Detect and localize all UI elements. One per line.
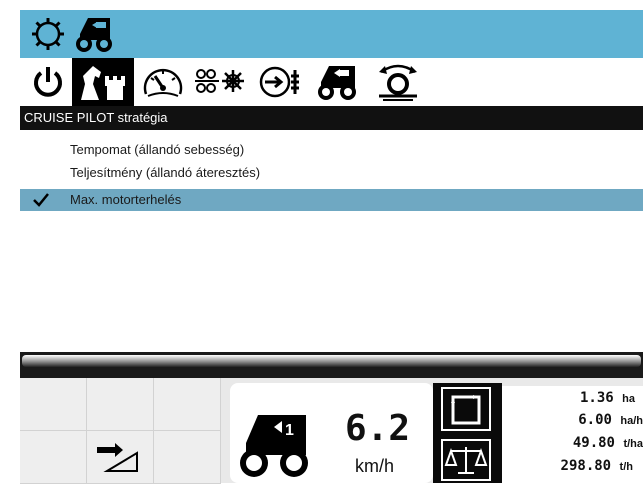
option-label: Max. motorterhelés bbox=[70, 192, 182, 207]
panel-header: CRUISE PILOT stratégia bbox=[20, 106, 643, 130]
stat-value: 1.36 bbox=[580, 390, 614, 406]
header-reel-icon[interactable] bbox=[370, 58, 426, 106]
speed-panel: 1 6.2 km/h bbox=[230, 383, 433, 483]
softkey-6[interactable] bbox=[154, 431, 221, 484]
option-teljesitmeny[interactable]: Teljesítmény (állandó áteresztés) bbox=[20, 162, 643, 184]
power-icon[interactable] bbox=[28, 58, 68, 106]
stat-value: 49.80 bbox=[572, 435, 615, 451]
softkey-1[interactable] bbox=[20, 378, 87, 431]
engine-drive-icon[interactable] bbox=[254, 58, 306, 106]
speed-unit: km/h bbox=[355, 456, 395, 476]
panel-title: CRUISE PILOT stratégia bbox=[24, 110, 168, 125]
svg-text:1: 1 bbox=[285, 422, 294, 439]
settings-gear-icon[interactable] bbox=[30, 16, 66, 57]
top-bar bbox=[20, 10, 643, 58]
stat-unit: ha/h bbox=[620, 415, 643, 427]
scrollbar-thumb[interactable] bbox=[22, 355, 641, 367]
stat-unit: t/ha bbox=[623, 438, 643, 450]
tractor-reverse-icon[interactable] bbox=[312, 58, 364, 106]
stat-row: 298.80 t/h bbox=[561, 458, 633, 474]
strategy-list: Tempomat (állandó sebesség) Teljesítmény… bbox=[20, 130, 643, 352]
softkey-3[interactable] bbox=[154, 378, 221, 431]
chess-strategy-icon[interactable] bbox=[72, 58, 134, 106]
option-tempomat[interactable]: Tempomat (állandó sebesség) bbox=[20, 139, 643, 161]
ramp-arrow-icon bbox=[93, 441, 141, 480]
bottom-area: 1 6.2 km/h 1.36 ha 6.00 ha/h 49.80 t/ha … bbox=[20, 378, 643, 484]
area-icon[interactable] bbox=[441, 387, 491, 431]
option-label: Teljesítmény (állandó áteresztés) bbox=[70, 165, 261, 180]
stat-unit: t/h bbox=[619, 461, 633, 473]
tab-row bbox=[20, 58, 643, 106]
softkey-4[interactable] bbox=[20, 431, 87, 484]
stats-panel: 1.36 ha 6.00 ha/h 49.80 t/ha 298.80 t/h bbox=[502, 386, 643, 483]
tractor-icon[interactable] bbox=[72, 14, 114, 59]
speedometer-icon[interactable] bbox=[138, 58, 188, 106]
stat-row: 6.00 ha/h bbox=[578, 412, 643, 428]
tractor-gear-icon: 1 bbox=[230, 403, 320, 488]
threshing-drum-icon[interactable] bbox=[192, 58, 252, 106]
weight-scale-icon[interactable] bbox=[441, 439, 491, 481]
speed-value: 6.2 bbox=[345, 408, 411, 449]
checkmark-icon bbox=[32, 192, 50, 215]
stat-value: 298.80 bbox=[560, 458, 612, 474]
softkey-5[interactable] bbox=[87, 431, 154, 484]
stat-row: 49.80 t/ha bbox=[573, 435, 643, 451]
stat-row: 1.36 ha bbox=[580, 390, 635, 406]
scrollbar[interactable] bbox=[20, 352, 643, 378]
stat-unit: ha bbox=[622, 393, 635, 405]
option-label: Tempomat (állandó sebesség) bbox=[70, 142, 245, 157]
option-max-motorterheles[interactable]: Max. motorterhelés bbox=[20, 189, 643, 211]
softkey-2[interactable] bbox=[87, 378, 154, 431]
area-yield-buttons bbox=[433, 383, 502, 483]
stat-value: 6.00 bbox=[578, 412, 612, 428]
